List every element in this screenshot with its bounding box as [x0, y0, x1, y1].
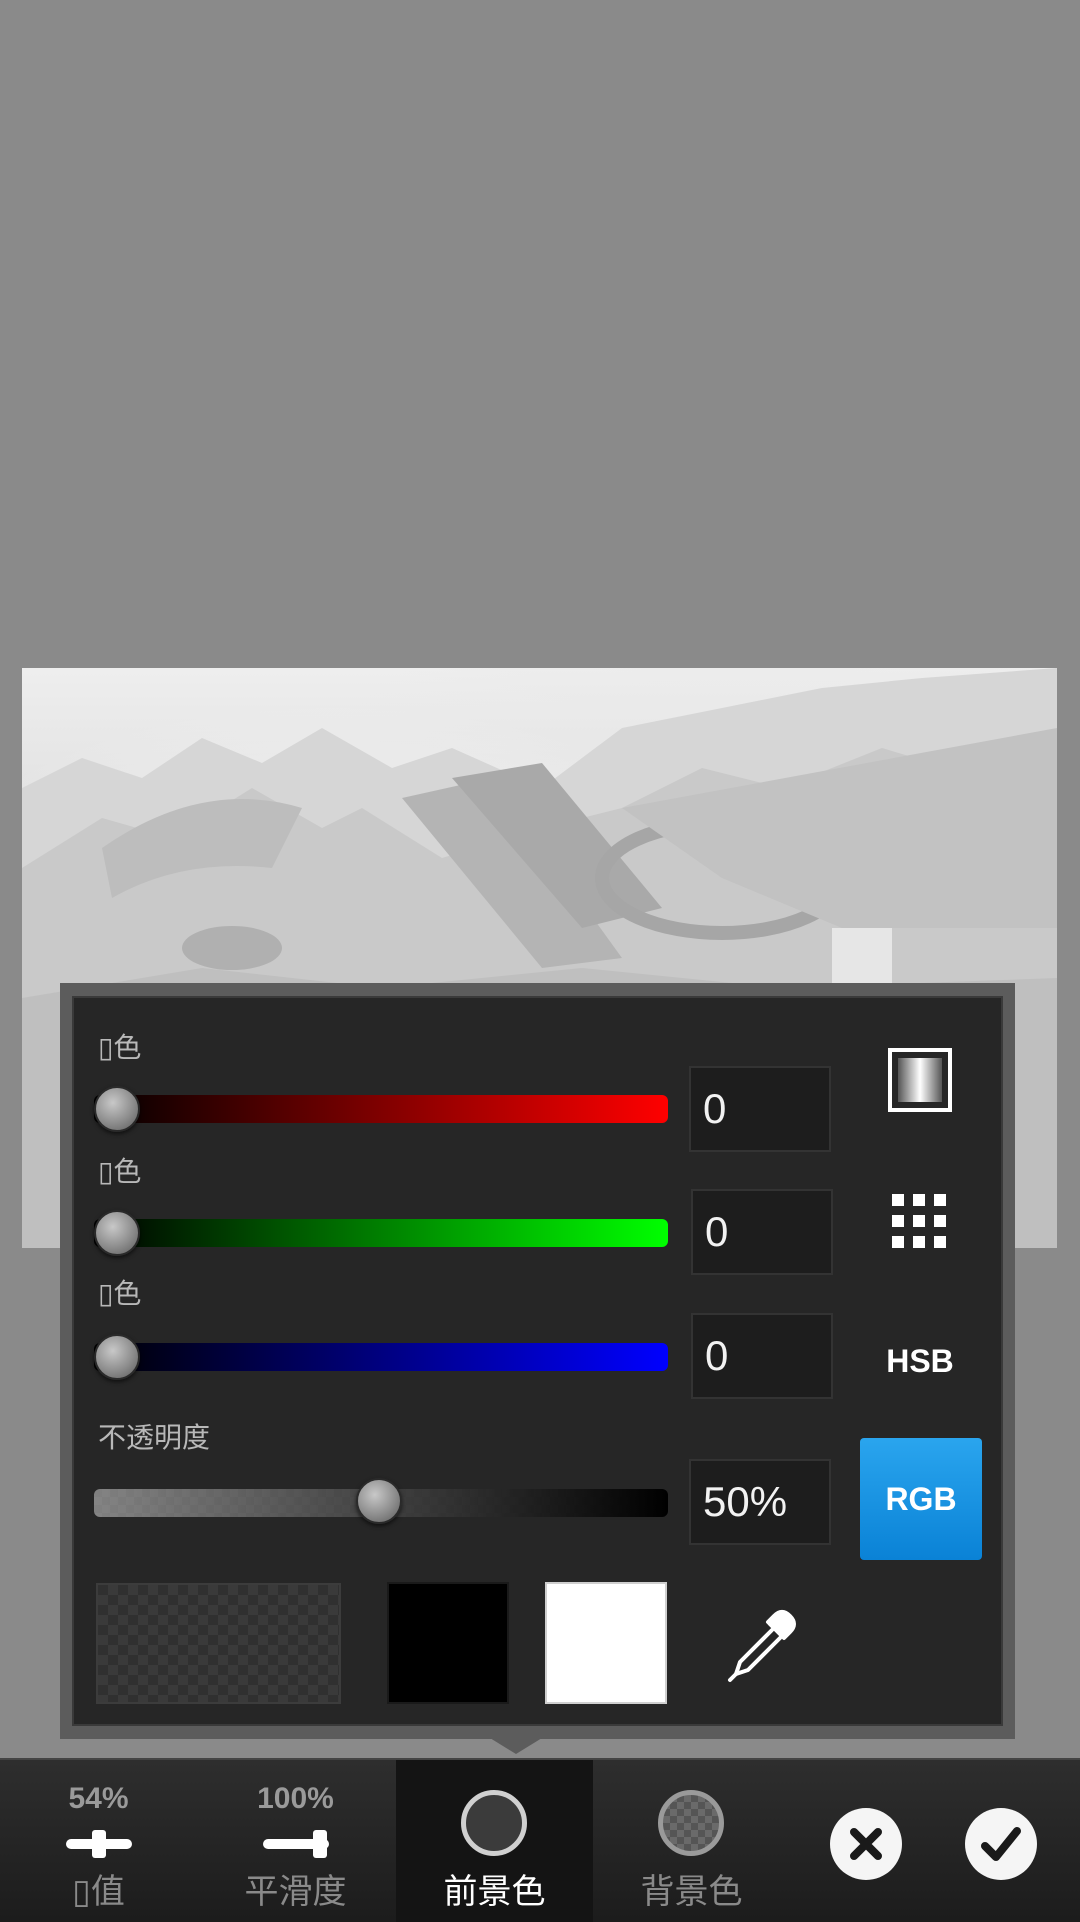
check-icon[interactable]	[965, 1808, 1037, 1880]
foreground-color-tool[interactable]: 前景色	[396, 1760, 593, 1922]
threshold-mini-knob	[92, 1830, 106, 1858]
blue-slider-knob[interactable]	[94, 1334, 140, 1380]
background-color-tool[interactable]: 背景色	[593, 1760, 790, 1922]
smoothness-mini-knob	[313, 1830, 327, 1858]
blue-slider[interactable]	[94, 1343, 668, 1371]
smoothness-label: 平滑度	[244, 1872, 347, 1912]
background-color-icon	[658, 1790, 724, 1856]
threshold-tool[interactable]: 54% ▯值	[0, 1760, 197, 1922]
red-slider[interactable]	[94, 1095, 668, 1123]
grid-icon[interactable]	[890, 1192, 948, 1250]
green-label: ▯色	[98, 1155, 142, 1188]
blue-label: ▯色	[98, 1277, 142, 1310]
black-swatch[interactable]	[387, 1582, 509, 1704]
rgb-button[interactable]: RGB	[860, 1438, 982, 1560]
smoothness-tool[interactable]: 100% 平滑度	[197, 1760, 394, 1922]
opacity-slider-knob[interactable]	[356, 1478, 402, 1524]
green-slider[interactable]	[94, 1219, 668, 1247]
background-color-label: 背景色	[640, 1872, 743, 1912]
red-value-field[interactable]: 0	[689, 1066, 831, 1152]
red-slider-knob[interactable]	[94, 1086, 140, 1132]
threshold-label: ▯值	[72, 1872, 125, 1912]
close-icon[interactable]	[830, 1808, 902, 1880]
current-color-swatch	[96, 1583, 341, 1704]
threshold-percent: 54%	[68, 1782, 129, 1815]
bottom-toolbar: 54% ▯值 100% 平滑度 前景色 背景色	[0, 1758, 1080, 1922]
eyedropper-icon[interactable]	[722, 1604, 802, 1684]
foreground-color-icon	[461, 1790, 527, 1856]
green-value-field[interactable]: 0	[691, 1189, 833, 1275]
white-swatch[interactable]	[545, 1582, 667, 1704]
foreground-color-label: 前景色	[443, 1872, 546, 1912]
red-label: ▯色	[98, 1031, 142, 1064]
gradient-icon[interactable]	[888, 1048, 952, 1112]
green-slider-knob[interactable]	[94, 1210, 140, 1256]
panel-pointer	[490, 1738, 542, 1754]
smoothness-percent: 100%	[257, 1782, 334, 1815]
blue-value-field[interactable]: 0	[691, 1313, 833, 1399]
hsb-button[interactable]: HSB	[870, 1336, 970, 1386]
opacity-label: 不透明度	[98, 1421, 211, 1454]
opacity-value-field[interactable]: 50%	[689, 1459, 831, 1545]
